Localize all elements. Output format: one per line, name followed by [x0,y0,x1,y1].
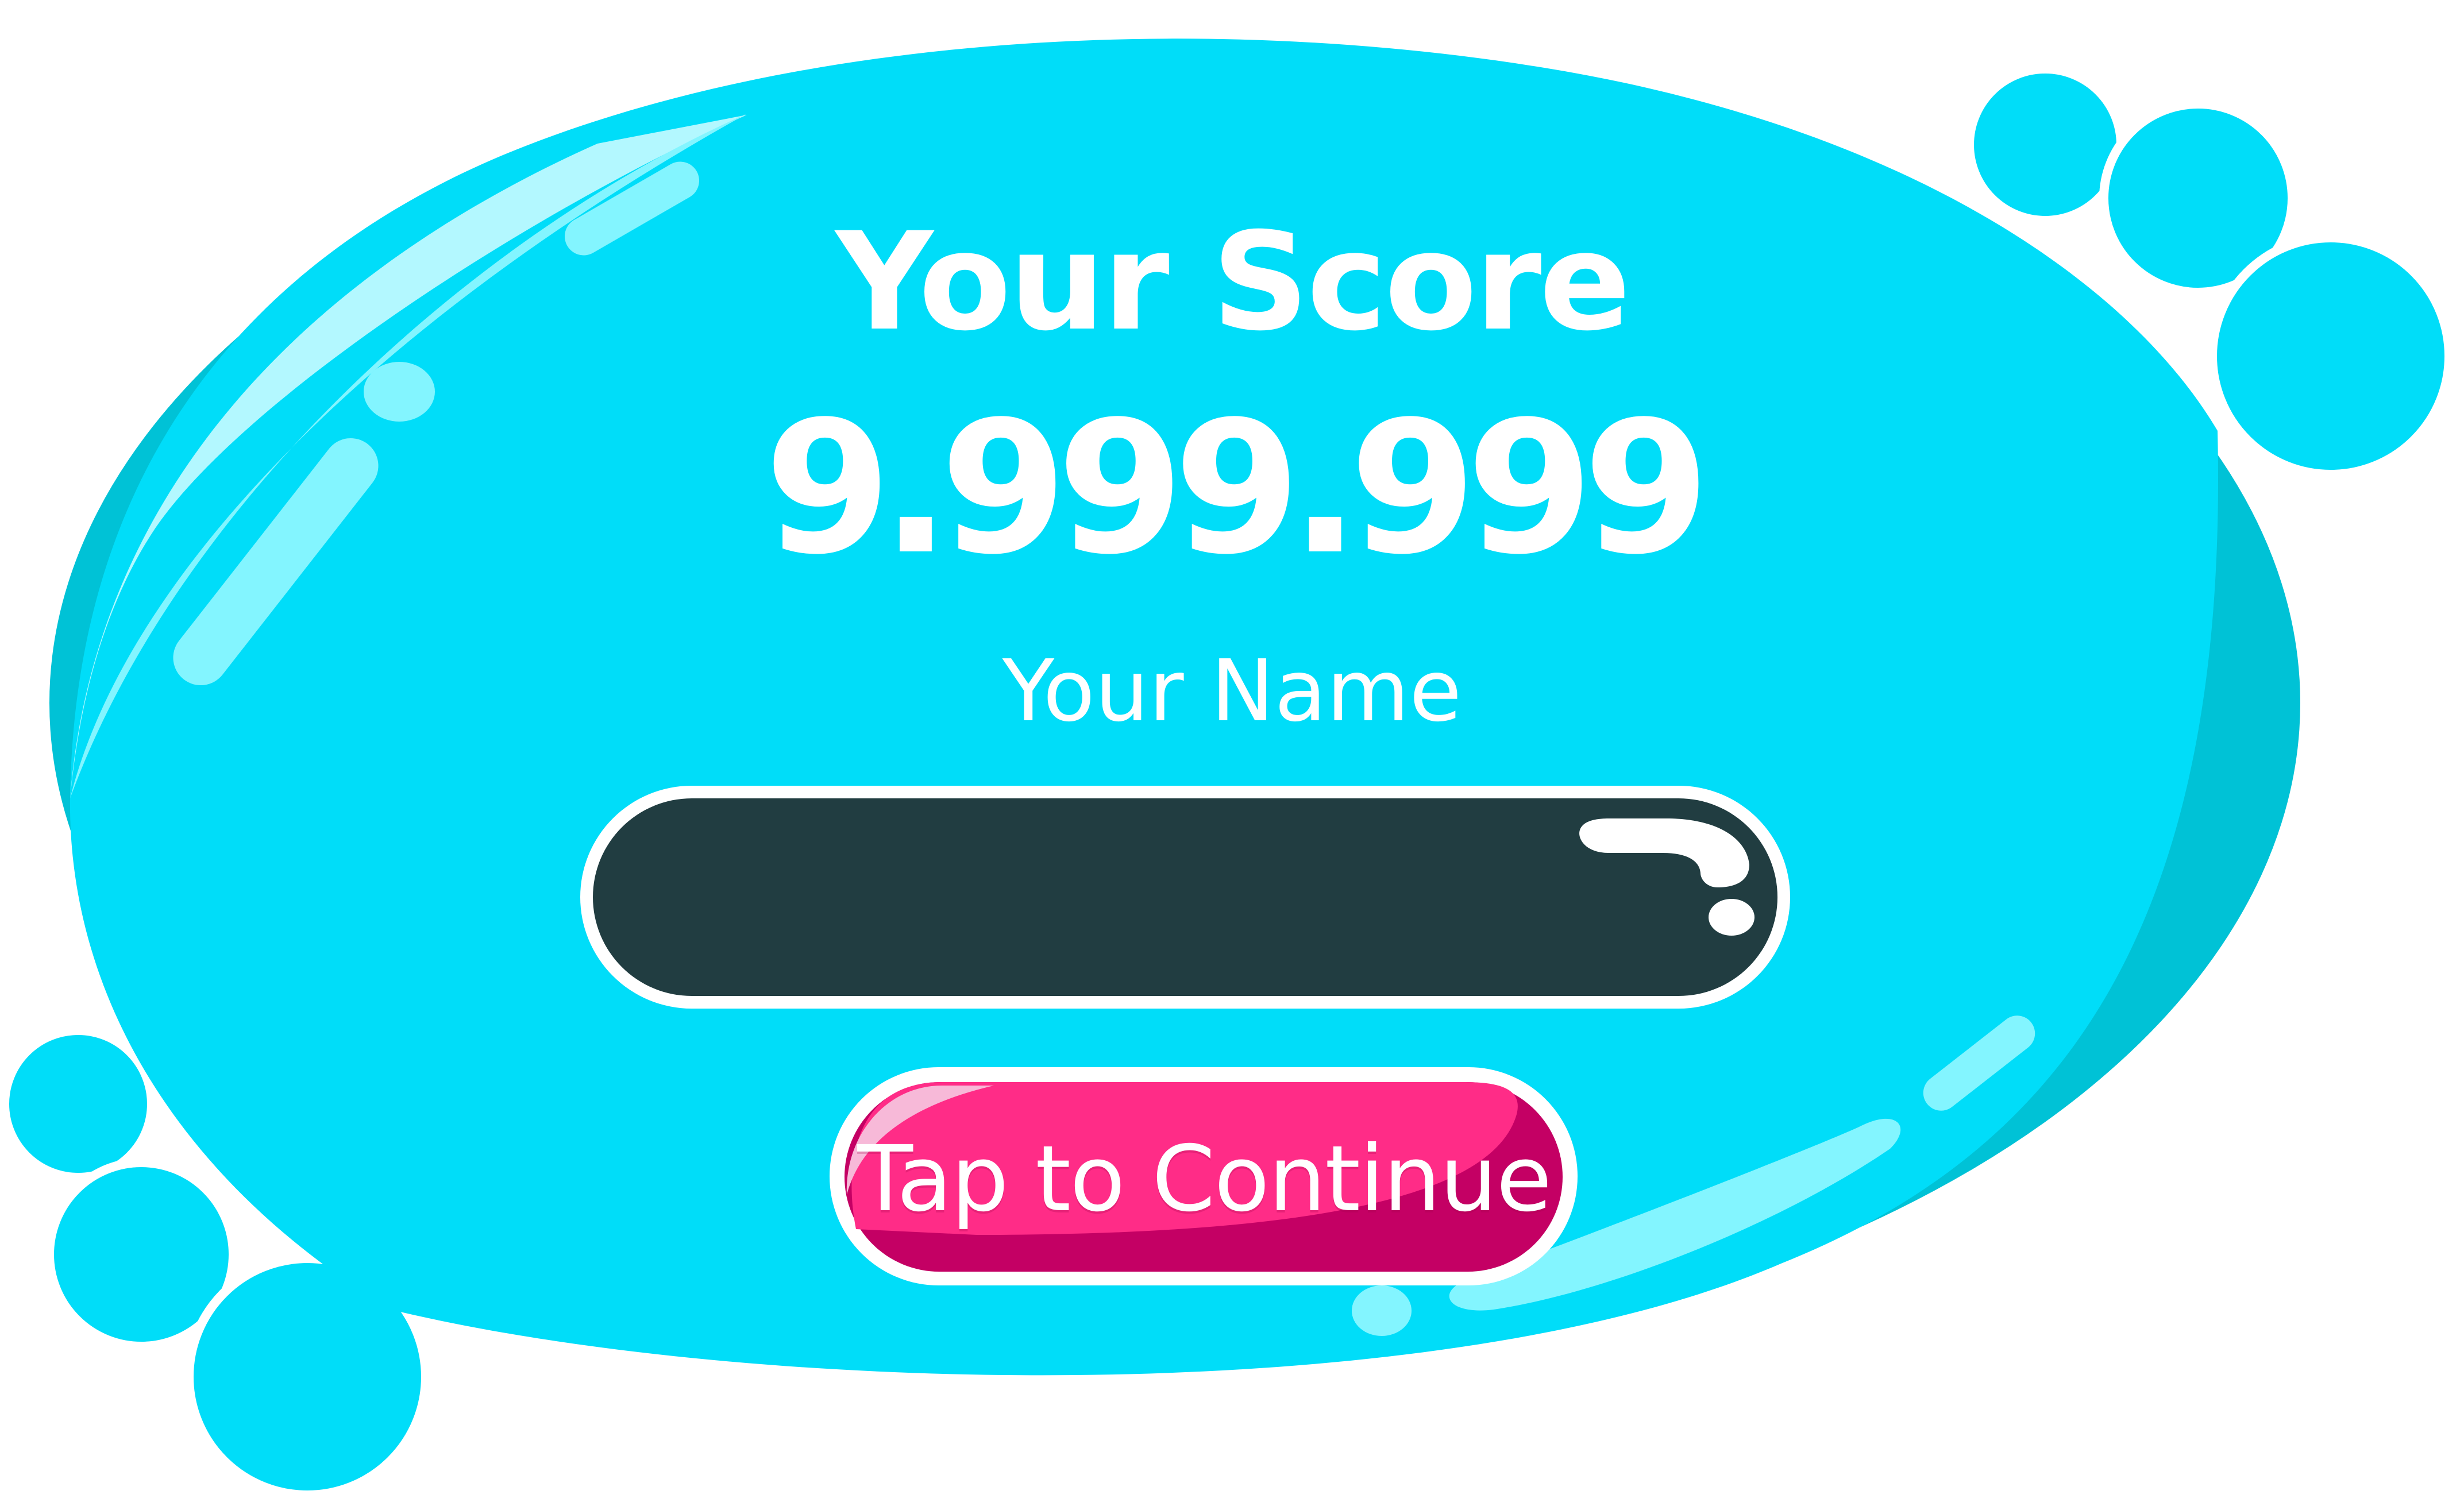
score-title: Your Score [835,204,1630,361]
continue-button-label: Tap to Continue [857,1126,1552,1232]
tap-to-continue-button[interactable]: Tap to Continue [834,1073,1574,1285]
score-value: 9.999.999 [764,382,1710,594]
gloss-dot-2 [1352,1285,1412,1336]
name-label: Your Name [1002,642,1462,740]
name-input[interactable] [599,800,1771,995]
